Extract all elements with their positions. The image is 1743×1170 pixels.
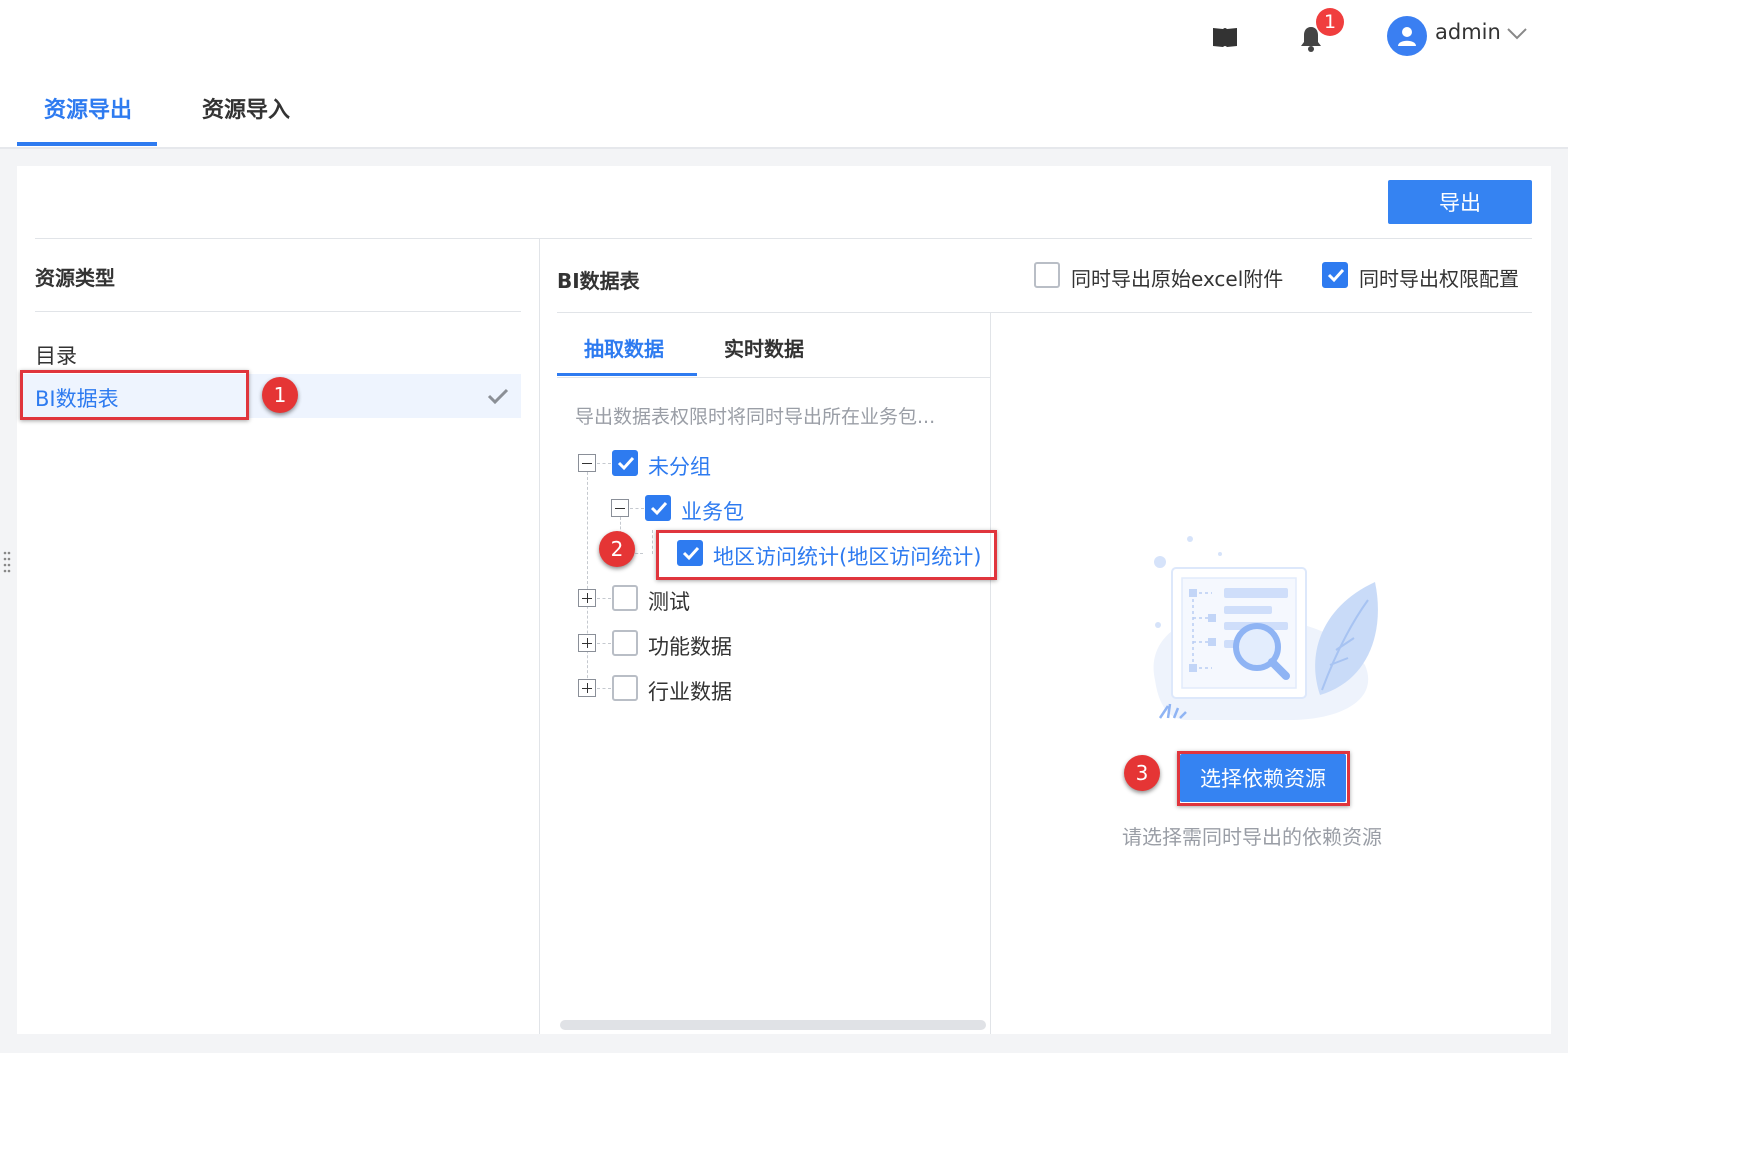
- subtab-divider: [557, 377, 990, 378]
- expand-icon[interactable]: [578, 634, 596, 652]
- chevron-down-icon[interactable]: [1506, 26, 1528, 45]
- collapse-icon[interactable]: [578, 454, 596, 472]
- toolbar-divider: [35, 238, 1532, 239]
- expand-icon[interactable]: [578, 679, 596, 697]
- expand-icon[interactable]: [578, 589, 596, 607]
- checkmark-icon: [1327, 268, 1345, 283]
- tree-label-industry-data[interactable]: 行业数据: [648, 676, 732, 706]
- notification-badge: 1: [1316, 8, 1344, 36]
- export-excel-checkbox[interactable]: [1034, 262, 1060, 288]
- tree-label-feature-data[interactable]: 功能数据: [648, 631, 732, 661]
- top-header: 1 admin 资源导出 资源导入: [0, 0, 1568, 148]
- column-divider-left: [539, 239, 540, 1034]
- annotation-marker-2: 2: [599, 531, 635, 567]
- horizontal-scrollbar[interactable]: [560, 1020, 986, 1030]
- tree-checkbox-industry-data[interactable]: [612, 675, 638, 701]
- export-excel-label[interactable]: 同时导出原始excel附件: [1071, 263, 1283, 292]
- tree-label-ungrouped[interactable]: 未分组: [648, 451, 711, 481]
- tree-connector: [597, 643, 611, 644]
- book-icon[interactable]: [1208, 22, 1242, 52]
- export-hint: 导出数据表权限时将同时导出所在业务包...: [575, 406, 936, 428]
- resource-item-directory[interactable]: 目录: [35, 340, 77, 370]
- user-icon: [1398, 27, 1416, 46]
- resource-type-title: 资源类型: [35, 266, 115, 290]
- checkmark-icon: [650, 501, 668, 516]
- tree-checkbox-ungrouped[interactable]: [612, 450, 638, 476]
- tree-checkbox-feature-data[interactable]: [612, 630, 638, 656]
- tree-connector: [587, 472, 588, 688]
- column-divider-right: [990, 313, 991, 1034]
- tree-checkbox-business-package[interactable]: [645, 495, 671, 521]
- export-button[interactable]: 导出: [1388, 180, 1532, 224]
- subtab-indicator: [557, 373, 697, 376]
- bi-table-divider: [557, 312, 1532, 313]
- tab-resource-export[interactable]: 资源导出: [44, 92, 132, 124]
- bi-table-title: BI数据表: [557, 269, 640, 293]
- resource-type-divider: [35, 311, 521, 312]
- tree-label-business-package[interactable]: 业务包: [681, 496, 744, 526]
- tab-resource-import[interactable]: 资源导入: [202, 92, 290, 124]
- annotation-box-2: [656, 530, 997, 580]
- checkmark-icon: [617, 456, 635, 471]
- active-tab-indicator: [17, 142, 157, 146]
- check-icon: [486, 386, 510, 410]
- tree-checkbox-test[interactable]: [612, 585, 638, 611]
- tree-connector: [630, 508, 644, 509]
- tree-connector: [597, 688, 611, 689]
- annotation-box-3: [1177, 751, 1350, 806]
- tab-extract-data[interactable]: 抽取数据: [584, 333, 664, 362]
- export-permission-checkbox[interactable]: [1322, 262, 1348, 288]
- dependency-empty-text: 请选择需同时导出的依赖资源: [1122, 825, 1382, 849]
- export-permission-label[interactable]: 同时导出权限配置: [1359, 263, 1519, 292]
- tree-connector: [597, 463, 611, 464]
- tree-connector: [597, 598, 611, 599]
- tab-realtime-data[interactable]: 实时数据: [724, 333, 804, 362]
- annotation-marker-1: 1: [262, 377, 298, 413]
- empty-search-illustration: [1140, 530, 1385, 729]
- username[interactable]: admin: [1435, 20, 1501, 44]
- drag-handle-icon[interactable]: [2, 550, 12, 580]
- avatar[interactable]: [1387, 16, 1427, 56]
- tree-label-test[interactable]: 测试: [648, 586, 690, 616]
- tree-connector: [652, 530, 653, 554]
- annotation-marker-3: 3: [1124, 755, 1160, 791]
- annotation-box-1: [20, 370, 249, 420]
- collapse-icon[interactable]: [611, 499, 629, 517]
